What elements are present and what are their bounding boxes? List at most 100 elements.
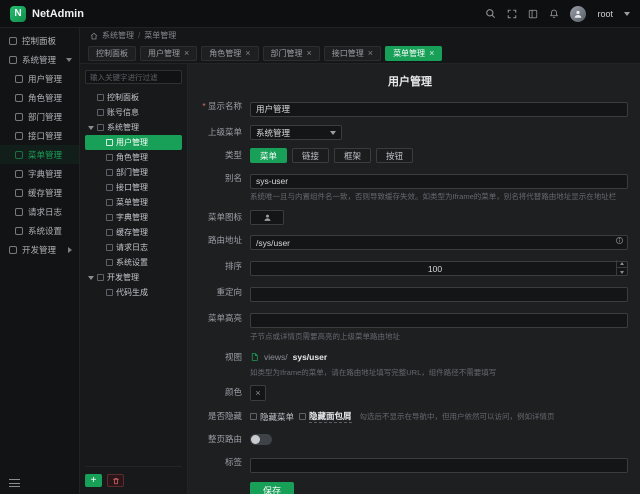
view-path-control[interactable]: views/ sys/user	[250, 350, 628, 365]
display-name-input[interactable]	[250, 102, 628, 117]
bell-icon[interactable]	[549, 8, 559, 19]
layout-columns-icon[interactable]	[528, 9, 538, 19]
tree-expand-icon[interactable]	[87, 126, 94, 130]
tab-close-icon[interactable]	[368, 49, 373, 58]
tree-node[interactable]: 请求日志	[85, 240, 182, 255]
tree-node[interactable]: 接口管理	[85, 180, 182, 195]
breadcrumb-item[interactable]: 菜单管理	[144, 30, 176, 41]
view-prefix: views/	[264, 352, 288, 362]
type-option-iframe[interactable]: 框架	[334, 148, 371, 163]
tree-node[interactable]: 角色管理	[85, 150, 182, 165]
tree-node[interactable]: 账号信息	[85, 105, 182, 120]
parent-menu-select[interactable]: 系统管理	[250, 125, 342, 140]
tab-roles[interactable]: 角色管理	[201, 46, 258, 61]
sidebar-item-dashboard[interactable]: 控制面板	[0, 31, 79, 50]
route-info-icon[interactable]	[615, 236, 624, 245]
sidebar-item-cache[interactable]: 缓存管理	[0, 183, 79, 202]
checkbox[interactable]	[106, 154, 113, 161]
sidebar-item-request-logs[interactable]: 请求日志	[0, 202, 79, 221]
checkbox[interactable]	[97, 274, 104, 281]
sidebar-item-menus[interactable]: 菜单管理	[0, 145, 79, 164]
tree-node[interactable]: 菜单管理	[85, 195, 182, 210]
checkbox[interactable]	[97, 124, 104, 131]
username[interactable]: root	[597, 9, 613, 19]
checkbox[interactable]	[299, 413, 306, 420]
tags-input[interactable]	[250, 458, 628, 473]
tab-dashboard[interactable]: 控制面板	[88, 46, 136, 61]
color-picker[interactable]	[250, 385, 266, 401]
sidebar-group-system[interactable]: 系统管理	[0, 50, 79, 69]
checkbox[interactable]	[97, 109, 104, 116]
tab-close-icon[interactable]	[184, 49, 189, 58]
checkbox[interactable]	[106, 199, 113, 206]
checkbox[interactable]	[106, 214, 113, 221]
breadcrumb-item[interactable]: 系统管理	[102, 30, 134, 41]
tree-node-label: 缓存管理	[116, 227, 148, 238]
form-row-color: 颜色	[192, 385, 628, 401]
tab-close-icon[interactable]	[307, 49, 312, 58]
menu-icon-picker[interactable]	[250, 210, 284, 225]
tree-expand-icon[interactable]	[87, 276, 94, 280]
sidebar-item-settings[interactable]: 系统设置	[0, 221, 79, 240]
tree-node[interactable]: 缓存管理	[85, 225, 182, 240]
tree-node[interactable]: 字典管理	[85, 210, 182, 225]
tab-users[interactable]: 用户管理	[140, 46, 197, 61]
tree-filter-input[interactable]	[85, 70, 182, 84]
route-path-input[interactable]	[250, 235, 628, 250]
checkbox[interactable]	[250, 413, 257, 420]
tree-node[interactable]: 开发管理	[85, 270, 182, 285]
tab-menus[interactable]: 菜单管理	[385, 46, 442, 61]
checkbox[interactable]	[106, 289, 113, 296]
stepper-down-button[interactable]	[617, 268, 627, 276]
fullscreen-icon[interactable]	[507, 9, 517, 19]
chevron-down-icon	[66, 58, 72, 62]
stepper-up-button[interactable]	[617, 260, 627, 269]
checkbox[interactable]	[106, 184, 113, 191]
checkbox[interactable]	[106, 244, 113, 251]
tree-node[interactable]: 控制面板	[85, 90, 182, 105]
tree-node[interactable]: 系统设置	[85, 255, 182, 270]
checkbox[interactable]	[106, 139, 113, 146]
form-row-parent-menu: 上级菜单 系统管理	[192, 125, 628, 140]
type-option-menu[interactable]: 菜单	[250, 148, 287, 163]
tab-departments[interactable]: 部门管理	[263, 46, 320, 61]
checkbox[interactable]	[106, 229, 113, 236]
form-title: 用户管理	[192, 69, 628, 99]
form-row-actions: 保存	[192, 481, 628, 494]
sidebar-item-roles[interactable]: 角色管理	[0, 88, 79, 107]
sidebar-item-departments[interactable]: 部门管理	[0, 107, 79, 126]
sidebar-group-dev[interactable]: 开发管理	[0, 240, 79, 259]
tab-apis[interactable]: 接口管理	[324, 46, 381, 61]
sort-number-input[interactable]	[250, 261, 628, 276]
hide-breadcrumb-checkbox-group[interactable]: 隐藏面包屑	[299, 410, 352, 423]
tree-node[interactable]: 代码生成	[85, 285, 182, 300]
avatar[interactable]	[570, 6, 586, 22]
field-label: 视图	[192, 350, 250, 378]
redirect-input[interactable]	[250, 287, 628, 302]
full-page-route-toggle[interactable]	[250, 434, 272, 445]
checkbox[interactable]	[97, 94, 104, 101]
sidebar-item-users[interactable]: 用户管理	[0, 69, 79, 88]
tab-close-icon[interactable]	[245, 49, 250, 58]
trash-icon	[112, 477, 120, 485]
add-menu-button[interactable]: +	[85, 474, 102, 487]
sidebar-collapse-icon[interactable]	[9, 479, 20, 487]
search-icon[interactable]	[485, 8, 496, 19]
alias-input[interactable]	[250, 174, 628, 189]
user-menu-caret-icon[interactable]	[624, 12, 630, 16]
tab-close-icon[interactable]	[429, 49, 434, 58]
type-option-link[interactable]: 链接	[292, 148, 329, 163]
checkbox[interactable]	[106, 259, 113, 266]
type-option-button[interactable]: 按钮	[376, 148, 413, 163]
tree-node-label: 部门管理	[116, 167, 148, 178]
tree-node[interactable]: 系统管理	[85, 120, 182, 135]
checkbox[interactable]	[106, 169, 113, 176]
delete-menu-button[interactable]	[107, 474, 124, 487]
sidebar-item-apis[interactable]: 接口管理	[0, 126, 79, 145]
menu-highlight-input[interactable]	[250, 313, 628, 328]
tree-node-selected[interactable]: 用户管理	[85, 135, 182, 150]
save-button[interactable]: 保存	[250, 482, 294, 494]
sidebar-item-dictionaries[interactable]: 字典管理	[0, 164, 79, 183]
hide-menu-checkbox-group[interactable]: 隐藏菜单	[250, 411, 294, 423]
tree-node[interactable]: 部门管理	[85, 165, 182, 180]
